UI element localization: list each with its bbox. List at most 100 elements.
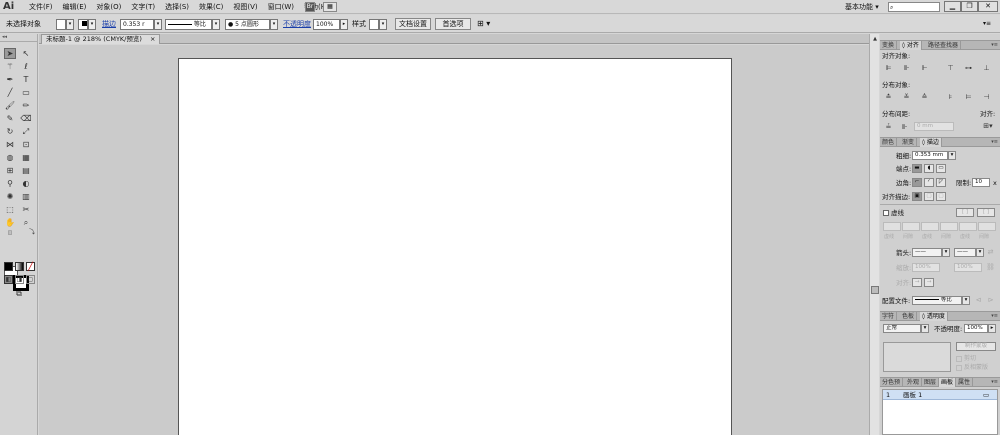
scrollbar-thumb[interactable] — [871, 286, 879, 294]
variable-width-profile[interactable]: 等比 — [165, 19, 212, 30]
menu-object[interactable]: 对象(O) — [91, 0, 126, 14]
shape-builder-tool-icon[interactable]: ◍ — [4, 152, 16, 163]
spacing-field[interactable]: 0 mm — [914, 122, 954, 131]
tab-pathfinder[interactable]: 路径查找器 — [926, 41, 962, 50]
gap-field-1[interactable] — [902, 222, 920, 231]
blend-mode-select[interactable]: 正常 — [883, 324, 921, 333]
symbol-sprayer-tool-icon[interactable]: ✺ — [4, 191, 16, 202]
hand-tool-icon[interactable]: ✋ — [4, 217, 16, 228]
eraser-tool-icon[interactable]: ⌫ — [20, 113, 32, 124]
tab-stroke[interactable]: ◊ 描边 — [920, 138, 942, 147]
align-bottom-icon[interactable]: ⊥ — [982, 64, 991, 72]
default-colors-icon[interactable]: ◫ — [4, 230, 16, 236]
opacity-mask-thumbnail[interactable] — [883, 342, 951, 372]
preferences-button[interactable]: 首选项 — [435, 18, 471, 30]
minimize-button[interactable]: ▁ — [944, 1, 961, 12]
tab-artboards[interactable]: 画板 — [939, 378, 957, 387]
fill-dropdown[interactable]: ▾ — [66, 19, 74, 30]
tab-character[interactable]: 字符 — [880, 312, 898, 321]
draw-inside-icon[interactable]: ◻ — [26, 275, 35, 284]
menu-view[interactable]: 视图(V) — [228, 0, 262, 14]
distribute-hcenter-icon[interactable]: ⊨ — [964, 93, 973, 101]
opacity-field[interactable]: 100% — [313, 19, 340, 30]
pen-tool-icon[interactable]: ✒ — [4, 74, 16, 85]
arrange-documents-icon[interactable]: ▦ — [323, 2, 337, 12]
dash-preserve-icon[interactable]: [ ] — [956, 208, 974, 217]
distribute-vcenter-icon[interactable]: ≚ — [902, 93, 911, 101]
width-tool-icon[interactable]: ⋈ — [4, 139, 16, 150]
control-bar-menu-icon[interactable]: ▾≡ — [983, 15, 991, 33]
tab-swatches[interactable]: 色板 — [900, 312, 918, 321]
menu-effect[interactable]: 效果(C) — [194, 0, 228, 14]
graphic-style-dropdown[interactable]: ▾ — [379, 19, 387, 30]
stroke-panel-menu-icon[interactable]: ▾≡ — [991, 138, 998, 147]
type-tool-icon[interactable]: T — [20, 74, 32, 85]
round-join-icon[interactable]: ◜ — [924, 178, 934, 187]
zoom-tool-icon[interactable]: ⌕ — [20, 217, 32, 228]
butt-cap-icon[interactable]: ▬ — [912, 164, 922, 173]
tab-appearance[interactable]: 外观 — [905, 378, 923, 387]
swap-colors-icon[interactable]: ⤵ — [26, 230, 38, 236]
document-tab-close-icon[interactable]: × — [150, 35, 155, 43]
canvas-area[interactable] — [39, 45, 869, 435]
end-arrowhead-select[interactable]: —— — [954, 248, 976, 257]
round-cap-icon[interactable]: ◖ — [924, 164, 934, 173]
gradient-mode-icon[interactable] — [15, 262, 24, 271]
direct-selection-tool-icon[interactable]: ↖ — [20, 48, 32, 59]
gap-field-2[interactable] — [940, 222, 958, 231]
dash-align-icon[interactable]: [ ] — [977, 208, 995, 217]
panel-menu-icon[interactable]: ▾≡ — [991, 41, 998, 50]
stroke-label-link[interactable]: 描边 — [102, 15, 116, 33]
width-profile-dropdown[interactable]: ▾ — [962, 296, 970, 305]
stroke-weight-dropdown[interactable]: ▾ — [154, 19, 162, 30]
start-arrowhead-dropdown[interactable]: ▾ — [942, 248, 950, 257]
blend-tool-icon[interactable]: ◐ — [20, 178, 32, 189]
align-to-selection-icon[interactable]: ⊞▾ — [981, 122, 995, 130]
arrange-icon[interactable]: ⊞ ▾ — [477, 15, 490, 33]
tab-attributes[interactable]: 属性 — [956, 378, 974, 387]
color-mode-icon[interactable] — [4, 262, 13, 271]
menu-edit[interactable]: 编辑(E) — [58, 0, 92, 14]
menu-file[interactable]: 文件(F) — [24, 0, 58, 14]
flip-across-icon[interactable]: ⊳ — [986, 296, 995, 304]
brush-definition[interactable]: ● 5 点圆形 — [225, 19, 270, 30]
end-scale-field[interactable]: 100% — [954, 263, 982, 272]
lasso-tool-icon[interactable]: ℓ — [20, 61, 32, 72]
distribute-top-icon[interactable]: ≛ — [884, 93, 893, 101]
stroke-weight-dropdown-arrow[interactable]: ▾ — [948, 151, 956, 160]
search-input[interactable]: ⌕ — [888, 2, 940, 12]
projecting-cap-icon[interactable]: ▭ — [936, 164, 946, 173]
dash-field-3[interactable] — [959, 222, 977, 231]
document-tab[interactable]: 未标题-1 @ 218% (CMYK/预览) × — [41, 34, 161, 44]
limit-input[interactable]: 10 — [972, 178, 990, 187]
stroke-swatch[interactable] — [78, 19, 88, 30]
rotate-tool-icon[interactable]: ↻ — [4, 126, 16, 137]
align-right-icon[interactable]: ⊩ — [920, 64, 929, 72]
rectangle-tool-icon[interactable]: ▭ — [20, 87, 32, 98]
distribute-bottom-icon[interactable]: ≙ — [920, 93, 929, 101]
menu-select[interactable]: 选择(S) — [160, 0, 194, 14]
draw-behind-icon[interactable]: ◨ — [15, 275, 24, 284]
slice-tool-icon[interactable]: ✂ — [20, 204, 32, 215]
mesh-tool-icon[interactable]: ⊞ — [4, 165, 16, 176]
bevel-join-icon[interactable]: ◸ — [936, 178, 946, 187]
distribute-right-icon[interactable]: ⊣ — [982, 93, 991, 101]
transparency-opacity-field[interactable]: 100% — [964, 324, 988, 333]
dashed-checkbox[interactable] — [883, 210, 889, 216]
tab-separations-preview[interactable]: 分色预 — [880, 378, 904, 387]
tools-panel-grip[interactable]: ◂◂ — [0, 34, 37, 42]
workspace-switcher[interactable]: 基本功能 ▾ — [845, 3, 879, 12]
vertical-scrollbar[interactable]: ▲ — [869, 34, 879, 435]
make-mask-button[interactable]: 制作蒙版 — [956, 342, 996, 351]
opacity-label-link[interactable]: 不透明度 — [283, 15, 311, 33]
document-setup-button[interactable]: 文档设置 — [395, 18, 431, 30]
start-scale-field[interactable]: 100% — [912, 263, 940, 272]
line-tool-icon[interactable]: ╱ — [4, 87, 16, 98]
transparency-panel-menu-icon[interactable]: ▾≡ — [991, 312, 998, 321]
link-scale-icon[interactable]: ⛓ — [986, 263, 995, 271]
restore-button[interactable]: ❐ — [961, 1, 978, 12]
tab-gradient[interactable]: 渐变 — [900, 138, 918, 147]
paintbrush-tool-icon[interactable]: 🖌 — [4, 100, 16, 111]
align-vcenter-icon[interactable]: ⊶ — [964, 64, 973, 72]
artboard-tool-icon[interactable]: ⬚ — [4, 204, 16, 215]
